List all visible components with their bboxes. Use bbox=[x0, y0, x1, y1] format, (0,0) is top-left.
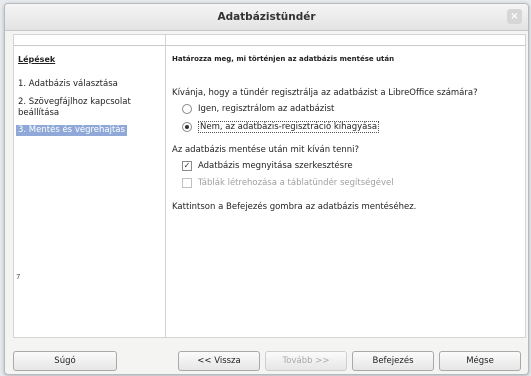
step-save-and-proceed[interactable]: 3. Mentés és végrehajtás bbox=[16, 125, 127, 136]
open-for-editing-checkbox[interactable]: ✓ Adatbázis megnyitása szerkesztésre bbox=[182, 161, 353, 171]
wizard-dialog: Adatbázistündér × Lépések 1. Adatbázis v… bbox=[4, 3, 529, 375]
close-icon[interactable]: × bbox=[507, 9, 522, 24]
cancel-button[interactable]: Mégse bbox=[439, 351, 521, 371]
steps-title: Lépések bbox=[18, 55, 56, 64]
back-button[interactable]: << Vissza bbox=[178, 351, 260, 371]
register-no-radio[interactable]: Nem, az adatbázis-regisztráció kihagyása bbox=[182, 121, 380, 133]
sidebar-divider bbox=[14, 45, 165, 46]
after-save-question: Az adatbázis mentése után mit kíván tenn… bbox=[172, 145, 360, 155]
page-heading: Határozza meg, mi történjen az adatbázis… bbox=[172, 55, 395, 63]
register-yes-radio[interactable]: Igen, regisztrálom az adatbázist bbox=[182, 104, 334, 114]
finish-button[interactable]: Befejezés bbox=[352, 351, 434, 371]
finish-note: Kattintson a Befejezés gombra az adatbáz… bbox=[172, 202, 417, 212]
create-tables-checkbox[interactable]: Táblák létrehozása a táblatündér segítsé… bbox=[182, 178, 394, 188]
register-question: Kívánja, hogy a tündér regisztrálja az a… bbox=[172, 88, 478, 98]
content-panel: Határozza meg, mi történjen az adatbázis… bbox=[165, 34, 526, 338]
checkbox-icon bbox=[182, 178, 192, 188]
register-yes-label: Igen, regisztrálom az adatbázist bbox=[198, 104, 335, 114]
title-bar: Adatbázistündér × bbox=[5, 4, 528, 31]
checkmark-icon: ✓ bbox=[182, 161, 192, 171]
radio-icon bbox=[182, 104, 192, 114]
content-divider bbox=[166, 45, 525, 46]
radio-selected-icon bbox=[182, 122, 192, 132]
step-text-file-connection[interactable]: 2. Szövegfájlhoz kapcsolat beállítása bbox=[18, 97, 158, 119]
side-number: 7 bbox=[16, 273, 21, 281]
next-button[interactable]: Tovább >> bbox=[265, 351, 347, 371]
dialog-title: Adatbázistündér bbox=[217, 11, 316, 23]
help-button[interactable]: Súgó bbox=[13, 351, 117, 371]
register-no-label: Nem, az adatbázis-regisztráció kihagyása bbox=[198, 121, 380, 133]
create-tables-label: Táblák létrehozása a táblatündér segítsé… bbox=[198, 178, 394, 188]
open-for-editing-label: Adatbázis megnyitása szerkesztésre bbox=[198, 161, 353, 171]
step-select-database[interactable]: 1. Adatbázis választása bbox=[18, 79, 158, 90]
steps-panel: Lépések 1. Adatbázis választása 2. Szöve… bbox=[13, 34, 166, 338]
